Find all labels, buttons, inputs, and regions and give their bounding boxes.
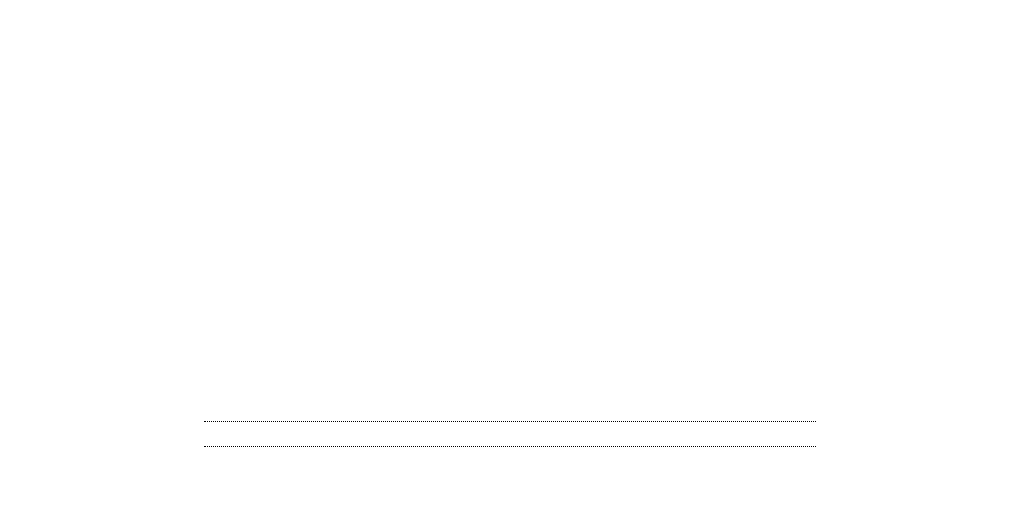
mutation-landscape-figure xyxy=(0,0,1020,528)
sample-labels-strip xyxy=(204,421,816,447)
figure-canvas xyxy=(0,0,1020,528)
